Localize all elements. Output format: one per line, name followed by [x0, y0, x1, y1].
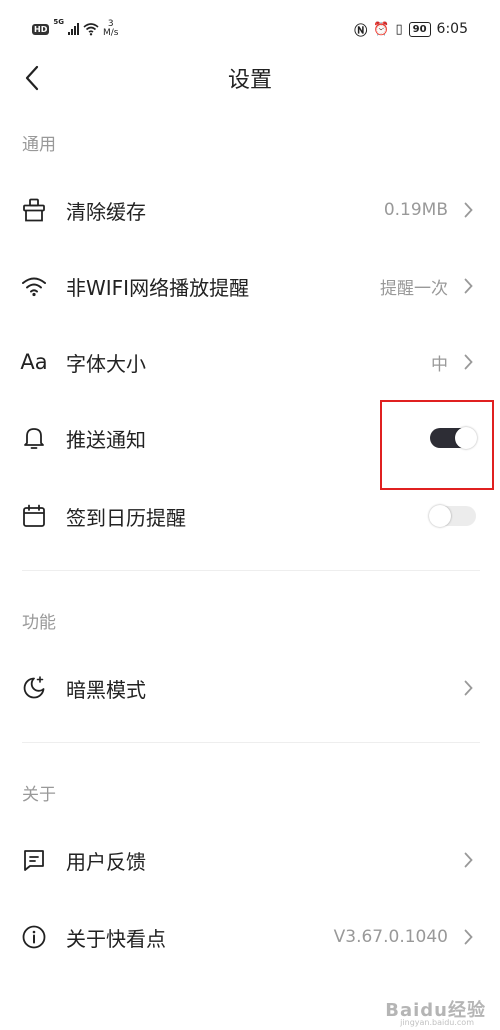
speed-unit: M/s — [102, 28, 119, 38]
cache-size-value: 0.19MB — [383, 200, 448, 220]
chevron-right-icon — [460, 850, 476, 870]
alarm-icon: ⏰ — [373, 21, 390, 37]
watermark-url: jingyan.baidu.com — [400, 1018, 474, 1027]
checkin-reminder-toggle[interactable] — [429, 505, 476, 527]
font-size-value: 中 — [431, 354, 448, 375]
section-features-label: 功能 — [22, 613, 56, 633]
annotation-highlight-box — [380, 400, 494, 490]
non-wifi-reminder-value: 提醒一次 — [380, 278, 448, 299]
checkin-reminder-row: 签到日历提醒 — [0, 484, 500, 548]
clear-cache-label: 清除缓存 — [66, 199, 146, 224]
divider — [22, 742, 480, 743]
section-general-label: 通用 — [22, 135, 56, 155]
section-about-label: 关于 — [22, 785, 56, 805]
dark-mode-label: 暗黑模式 — [66, 677, 146, 702]
hd-badge: HD — [32, 23, 50, 35]
font-size-label: 字体大小 — [66, 351, 146, 376]
network-type: 5G — [53, 18, 64, 26]
vibrate-icon: ▯ — [395, 21, 403, 37]
about-app-label: 关于快看点 — [66, 926, 166, 951]
non-wifi-reminder-row[interactable]: 非WIFI网络播放提醒 提醒一次 — [0, 254, 500, 318]
non-wifi-reminder-label: 非WIFI网络播放提醒 — [66, 275, 250, 300]
info-icon — [20, 923, 48, 951]
push-notification-label: 推送通知 — [66, 427, 146, 452]
status-right: Ⓝ ⏰ ▯ 90 6:05 — [354, 18, 468, 40]
chevron-right-icon — [460, 200, 476, 220]
wifi-icon — [20, 272, 48, 300]
chevron-right-icon — [460, 678, 476, 698]
feedback-label: 用户反馈 — [66, 849, 146, 874]
moon-icon — [20, 674, 48, 702]
clock: 6:05 — [436, 21, 468, 37]
status-left: HD 5G 3 M/s — [32, 18, 118, 40]
feedback-row[interactable]: 用户反馈 — [0, 828, 500, 892]
about-app-row[interactable]: 关于快看点 V3.67.0.1040 — [0, 905, 500, 969]
dark-mode-row[interactable]: 暗黑模式 — [0, 656, 500, 720]
app-version-value: V3.67.0.1040 — [333, 927, 448, 947]
page-title: 设置 — [227, 68, 272, 93]
bell-icon — [20, 424, 48, 452]
broom-icon — [20, 196, 48, 224]
font-size-row[interactable]: Aa 字体大小 中 — [0, 330, 500, 394]
clear-cache-row[interactable]: 清除缓存 0.19MB — [0, 178, 500, 242]
divider — [22, 570, 480, 571]
status-bar: HD 5G 3 M/s Ⓝ ⏰ ▯ 90 6:05 — [0, 0, 500, 56]
feedback-icon — [20, 846, 48, 874]
toggle-knob — [429, 505, 451, 527]
chevron-right-icon — [460, 352, 476, 372]
chevron-right-icon — [460, 927, 476, 947]
checkin-reminder-label: 签到日历提醒 — [66, 505, 186, 530]
font-size-icon: Aa — [20, 350, 48, 374]
network-speed: 3 M/s — [103, 20, 119, 38]
chevron-right-icon — [460, 276, 476, 296]
wifi-status-icon — [83, 23, 99, 36]
signal-icon — [67, 23, 79, 35]
nfc-icon: Ⓝ — [354, 23, 368, 39]
calendar-icon — [20, 502, 48, 530]
battery-icon: 90 — [408, 21, 431, 37]
